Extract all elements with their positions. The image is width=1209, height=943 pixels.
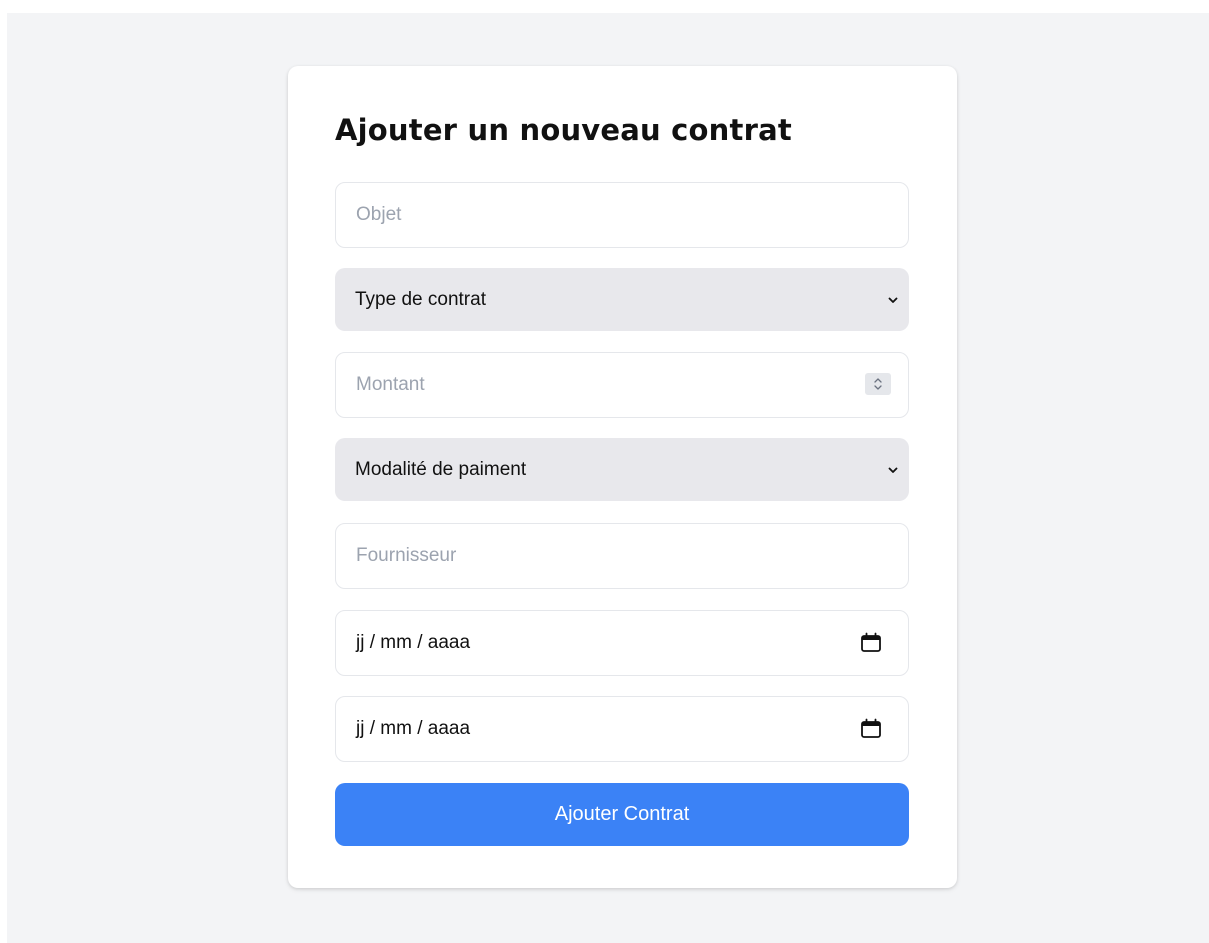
- type-contrat-select[interactable]: Type de contrat: [335, 268, 909, 331]
- ajouter-contrat-button[interactable]: Ajouter Contrat: [335, 783, 909, 846]
- type-contrat-selected-label: Type de contrat: [355, 288, 486, 310]
- chevron-down-icon: [888, 297, 898, 303]
- updown-arrows-icon: [874, 378, 882, 390]
- form-title: Ajouter un nouveau contrat: [335, 113, 792, 147]
- page-background: Ajouter un nouveau contrat Type de contr…: [7, 13, 1209, 943]
- modalite-paiement-select[interactable]: Modalité de paiment: [335, 438, 909, 501]
- stepper-icon[interactable]: [865, 373, 891, 395]
- modalite-paiement-selected-label: Modalité de paiment: [355, 458, 527, 480]
- date-debut-display: jj / mm / aaaa: [356, 632, 471, 653]
- montant-input[interactable]: [335, 352, 909, 418]
- chevron-down-icon: [888, 467, 898, 473]
- calendar-icon[interactable]: [860, 718, 882, 740]
- montant-field-wrapper: [288, 352, 957, 418]
- date-fin-input[interactable]: jj / mm / aaaa: [335, 696, 909, 762]
- date-debut-input[interactable]: jj / mm / aaaa: [335, 610, 909, 676]
- calendar-icon[interactable]: [860, 632, 882, 654]
- objet-input[interactable]: [335, 182, 909, 248]
- fournisseur-input[interactable]: [335, 523, 909, 589]
- date-fin-display: jj / mm / aaaa: [356, 718, 471, 739]
- contract-form-card: Ajouter un nouveau contrat Type de contr…: [288, 66, 957, 888]
